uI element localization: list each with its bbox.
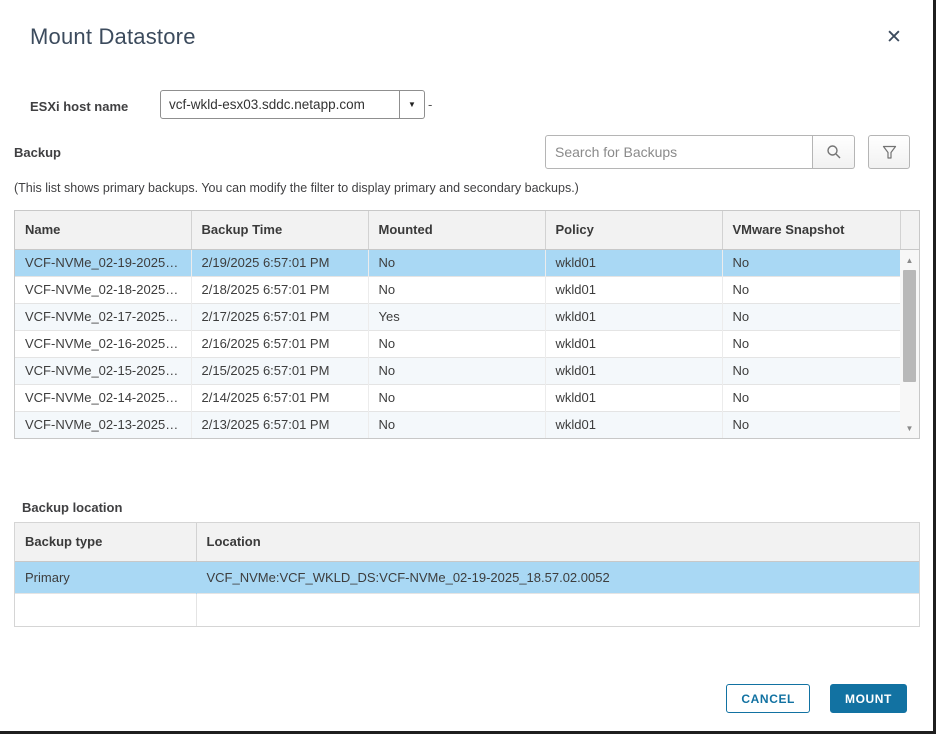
cell-snapshot: No <box>722 357 900 384</box>
dialog-title: Mount Datastore <box>30 24 196 50</box>
filter-button[interactable] <box>868 135 910 169</box>
cell-policy: wkld01 <box>545 303 722 330</box>
dialog-footer: CANCEL MOUNT <box>726 684 907 713</box>
cell-policy: wkld01 <box>545 357 722 384</box>
cell-policy: wkld01 <box>545 330 722 357</box>
primary-backups-note: (This list shows primary backups. You ca… <box>14 181 579 195</box>
cell-mounted: No <box>368 330 545 357</box>
location-row-empty <box>15 593 919 626</box>
cell-time: 2/19/2025 6:57:01 PM <box>191 249 368 276</box>
col-vmware-snapshot[interactable]: VMware Snapshot <box>722 211 900 249</box>
table-row[interactable]: VCF-NVMe_02-16-2025_... 2/16/2025 6:57:0… <box>15 330 919 357</box>
table-row[interactable]: VCF-NVMe_02-17-2025_... 2/17/2025 6:57:0… <box>15 303 919 330</box>
col-scrollbar-spacer <box>900 211 919 249</box>
cell-name: VCF-NVMe_02-14-2025_... <box>15 384 191 411</box>
cell-snapshot: No <box>722 303 900 330</box>
esxi-host-input[interactable] <box>160 90 400 119</box>
cell-snapshot: No <box>722 411 900 438</box>
cell-mounted: No <box>368 249 545 276</box>
table-scrollbar[interactable]: ▲ ▼ <box>900 250 919 438</box>
cell-time: 2/17/2025 6:57:01 PM <box>191 303 368 330</box>
cell-time: 2/15/2025 6:57:01 PM <box>191 357 368 384</box>
scrollbar-thumb[interactable] <box>903 270 916 382</box>
col-name[interactable]: Name <box>15 211 191 249</box>
cell-name: VCF-NVMe_02-16-2025_... <box>15 330 191 357</box>
cell-policy: wkld01 <box>545 384 722 411</box>
esxi-host-label: ESXi host name <box>30 99 128 114</box>
backup-table: Name Backup Time Mounted Policy VMware S… <box>14 210 920 439</box>
cell-time: 2/14/2025 6:57:01 PM <box>191 384 368 411</box>
cell-name: VCF-NVMe_02-13-2025_... <box>15 411 191 438</box>
chevron-down-icon: ▼ <box>408 100 416 109</box>
cell-policy: wkld01 <box>545 411 722 438</box>
table-row[interactable]: VCF-NVMe_02-15-2025_... 2/15/2025 6:57:0… <box>15 357 919 384</box>
scroll-down-icon[interactable]: ▼ <box>900 420 919 436</box>
backup-location-label: Backup location <box>22 500 122 515</box>
cell-mounted: No <box>368 357 545 384</box>
cell-mounted: Yes <box>368 303 545 330</box>
mount-button[interactable]: MOUNT <box>830 684 907 713</box>
col-backup-type: Backup type <box>15 523 196 561</box>
cell-name: VCF-NVMe_02-17-2025_... <box>15 303 191 330</box>
cell-location: VCF_NVMe:VCF_WKLD_DS:VCF-NVMe_02-19-2025… <box>196 561 919 593</box>
esxi-host-combobox: ▼ - <box>160 90 432 119</box>
col-mounted[interactable]: Mounted <box>368 211 545 249</box>
cell-time: 2/18/2025 6:57:01 PM <box>191 276 368 303</box>
search-input[interactable] <box>545 135 813 169</box>
combo-dash: - <box>428 97 432 112</box>
cell-backup-type: Primary <box>15 561 196 593</box>
cell-snapshot: No <box>722 384 900 411</box>
backup-search <box>545 135 855 169</box>
table-row[interactable]: VCF-NVMe_02-19-2025_... 2/19/2025 6:57:0… <box>15 249 919 276</box>
col-location: Location <box>196 523 919 561</box>
scroll-up-icon[interactable]: ▲ <box>900 252 919 268</box>
mount-datastore-dialog: Mount Datastore ✕ ESXi host name ▼ - Bac… <box>0 0 936 734</box>
cell-name: VCF-NVMe_02-18-2025_... <box>15 276 191 303</box>
backup-location-table: Backup type Location Primary VCF_NVMe:VC… <box>14 522 920 627</box>
cell-mounted: No <box>368 276 545 303</box>
table-row[interactable]: VCF-NVMe_02-18-2025_... 2/18/2025 6:57:0… <box>15 276 919 303</box>
backup-table-header: Name Backup Time Mounted Policy VMware S… <box>15 211 919 249</box>
cell-snapshot: No <box>722 249 900 276</box>
cell-mounted: No <box>368 411 545 438</box>
cell-policy: wkld01 <box>545 249 722 276</box>
col-policy[interactable]: Policy <box>545 211 722 249</box>
backup-section-label: Backup <box>14 145 61 160</box>
table-row[interactable]: VCF-NVMe_02-13-2025_... 2/13/2025 6:57:0… <box>15 411 919 438</box>
search-button[interactable] <box>813 135 855 169</box>
search-icon <box>826 144 842 160</box>
cell-name: VCF-NVMe_02-19-2025_... <box>15 249 191 276</box>
cell-time: 2/13/2025 6:57:01 PM <box>191 411 368 438</box>
cancel-button[interactable]: CANCEL <box>726 684 810 713</box>
cell-snapshot: No <box>722 330 900 357</box>
location-table-header: Backup type Location <box>15 523 919 561</box>
esxi-host-dropdown-button[interactable]: ▼ <box>400 90 425 119</box>
cell-snapshot: No <box>722 276 900 303</box>
location-row[interactable]: Primary VCF_NVMe:VCF_WKLD_DS:VCF-NVMe_02… <box>15 561 919 593</box>
filter-icon <box>882 145 897 160</box>
cell-time: 2/16/2025 6:57:01 PM <box>191 330 368 357</box>
table-row[interactable]: VCF-NVMe_02-14-2025_... 2/14/2025 6:57:0… <box>15 384 919 411</box>
cell-name: VCF-NVMe_02-15-2025_... <box>15 357 191 384</box>
col-backup-time[interactable]: Backup Time <box>191 211 368 249</box>
cell-policy: wkld01 <box>545 276 722 303</box>
close-icon[interactable]: ✕ <box>881 24 907 50</box>
cell-mounted: No <box>368 384 545 411</box>
